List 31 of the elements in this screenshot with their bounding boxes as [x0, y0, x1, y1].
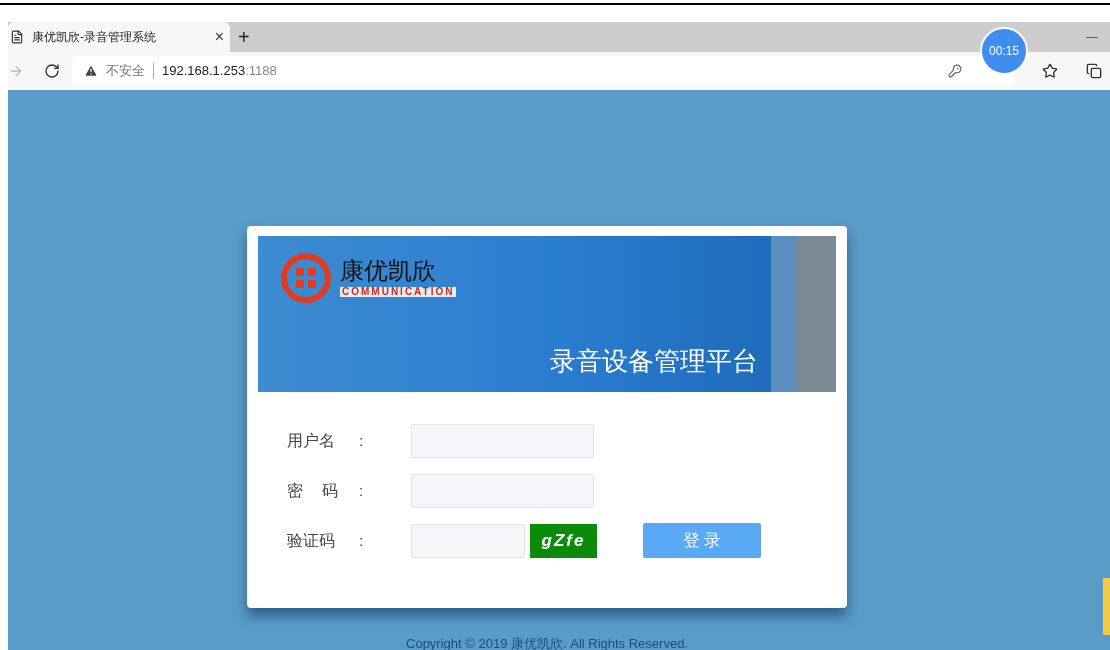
colon-text: :	[359, 430, 365, 451]
security-label: 不安全	[106, 62, 145, 81]
url-text: 192.168.1.253:1188	[162, 62, 277, 81]
address-bar[interactable]: 不安全 192.168.1.253:1188	[72, 56, 1014, 86]
brand-subtitle: COMMUNICATION	[340, 287, 457, 297]
key-icon[interactable]	[948, 64, 962, 78]
colon-text: :	[359, 530, 365, 551]
field-label: 验证码	[287, 530, 336, 552]
field-label: 密 码	[287, 480, 340, 502]
colon-text: :	[359, 480, 365, 501]
captcha-input[interactable]	[411, 524, 525, 558]
browser-tab[interactable]: 康优凯欣-录音管理系统 ×	[8, 22, 230, 52]
new-tab-button[interactable]: +	[230, 22, 258, 52]
forward-icon[interactable]	[8, 63, 24, 79]
tab-close-button[interactable]: ×	[210, 25, 228, 49]
reload-icon[interactable]	[44, 63, 60, 79]
favorites-icon[interactable]	[1042, 63, 1058, 79]
page-icon	[10, 30, 24, 44]
minimize-button[interactable]: —	[1074, 22, 1110, 52]
logo-icon	[280, 252, 332, 304]
copyright-text: Copyright © 2019 康优凯欣. All Rights Reserved.	[406, 635, 688, 650]
brand-name: 康优凯欣	[340, 259, 437, 283]
platform-title: 录音设备管理平台	[550, 345, 758, 378]
captcha-image[interactable]: gZfe	[530, 524, 597, 558]
side-tab[interactable]	[1103, 578, 1110, 635]
tab-title: 康优凯欣-录音管理系统	[32, 29, 157, 46]
username-input[interactable]	[411, 424, 594, 458]
field-label: 用户名	[287, 430, 336, 452]
password-input[interactable]	[411, 474, 594, 508]
warning-icon	[84, 64, 98, 78]
collections-icon[interactable]	[1086, 63, 1102, 79]
